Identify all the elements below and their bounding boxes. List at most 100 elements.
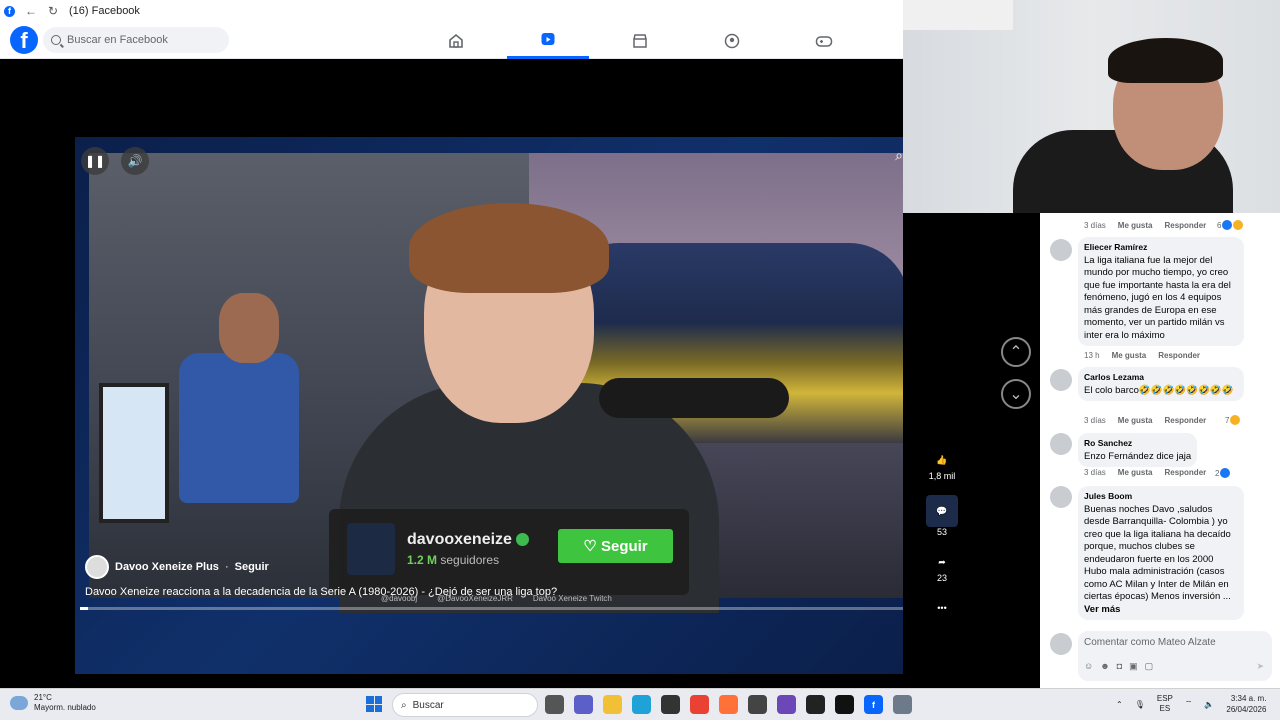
- search-input[interactable]: Buscar en Facebook: [43, 27, 229, 53]
- sticker-icon[interactable]: ▢: [1145, 661, 1154, 672]
- clock[interactable]: 3:34 a. m. 26/04/2026: [1226, 693, 1266, 715]
- like-reaction-icon: [1220, 468, 1231, 478]
- edge-icon[interactable]: [632, 695, 651, 714]
- comment-meta: 13 h Me gusta Responder: [1084, 351, 1200, 360]
- comment-action[interactable]: 💬 53: [926, 495, 958, 537]
- tiktok-icon[interactable]: [835, 695, 854, 714]
- facebook-logo-icon[interactable]: f: [10, 26, 38, 54]
- gif-icon[interactable]: ▣: [1129, 661, 1138, 672]
- channel-name[interactable]: Davoo Xeneize Plus: [115, 561, 219, 573]
- like-icon: 👍: [936, 454, 948, 465]
- comments-panel: 3 días Me gusta Responder 6 Eliecer Ramí…: [1040, 213, 1280, 688]
- emoji-icon[interactable]: ☻: [1100, 661, 1109, 672]
- video-frame-content: davooxeneize 1.2 M seguidores ♡ Seguir: [89, 153, 903, 613]
- comment-reply-link[interactable]: Responder: [1164, 221, 1206, 230]
- comment-reply-link[interactable]: Responder: [1164, 416, 1206, 425]
- teams-icon[interactable]: [574, 695, 593, 714]
- stream-follow-overlay: davooxeneize 1.2 M seguidores ♡ Seguir: [329, 509, 689, 595]
- video-player[interactable]: davooxeneize 1.2 M seguidores ♡ Seguir ❚…: [75, 137, 903, 674]
- comment-like-link[interactable]: Me gusta: [1118, 468, 1153, 477]
- nav-home-icon[interactable]: [415, 22, 497, 59]
- taskbar-search[interactable]: ⌕ Buscar: [392, 693, 538, 717]
- comment-reply-link[interactable]: Responder: [1158, 351, 1200, 360]
- video-progress-bar[interactable]: [80, 607, 903, 610]
- commenter-avatar[interactable]: [1050, 486, 1072, 508]
- nav-groups-icon[interactable]: [691, 22, 773, 59]
- back-arrow-icon[interactable]: ←: [25, 4, 37, 18]
- comment-bubble: Ro Sanchez Enzo Fernández dice jaja: [1078, 433, 1198, 467]
- video-socials: @davoobj @DavooXeneizeJRR Davoo Xeneize …: [381, 594, 612, 603]
- commenter-avatar[interactable]: [1050, 433, 1072, 455]
- comment-count: 53: [936, 527, 947, 537]
- social-twitch: Davoo Xeneize Twitch: [532, 594, 612, 603]
- chrome-icon[interactable]: [690, 695, 709, 714]
- language-indicator[interactable]: ESP ES: [1157, 694, 1173, 714]
- lang-bottom: ES: [1159, 704, 1171, 713]
- next-reel-button[interactable]: ⌄: [1001, 379, 1031, 409]
- comment-input[interactable]: Comentar como Mateo Alzate ☺ ☻ ◘ ▣ ▢ ➤: [1078, 631, 1272, 681]
- facebook-taskbar-icon[interactable]: f: [864, 695, 883, 714]
- wifi-icon[interactable]: ⌔: [1185, 699, 1193, 709]
- current-user-avatar: [1050, 633, 1072, 655]
- comment-text: La liga italiana fue la mejor del mundo …: [1084, 254, 1231, 341]
- overlay-subs-count: 1.2 M: [407, 553, 438, 567]
- overlay-avatar: [347, 523, 395, 575]
- microphone-icon[interactable]: 🎙: [1135, 700, 1145, 709]
- comment-text: El colo barco🤣🤣🤣🤣🤣🤣🤣🤣: [1084, 384, 1234, 396]
- commenter-name[interactable]: Jules Boom: [1084, 490, 1238, 503]
- comment-icon: 💬: [926, 495, 958, 527]
- taskbar-search-icon: ⌕: [401, 699, 407, 711]
- webcam-overlay: [903, 0, 1280, 213]
- obs-icon[interactable]: [748, 695, 767, 714]
- camera-icon[interactable]: ◘: [1117, 661, 1122, 672]
- previous-reel-button[interactable]: ⌃: [1001, 337, 1031, 367]
- commenter-name[interactable]: Carlos Lezama: [1084, 371, 1238, 384]
- file-explorer-icon[interactable]: [603, 695, 622, 714]
- nav-gaming-icon[interactable]: [783, 22, 865, 59]
- nav-reels-icon[interactable]: [507, 22, 589, 59]
- commenter-avatar[interactable]: [1050, 239, 1072, 261]
- avatar-sticker-icon[interactable]: ☺: [1084, 661, 1093, 672]
- app-icon-2[interactable]: [806, 695, 825, 714]
- taskbar-apps: f: [545, 695, 912, 714]
- comment-like-link[interactable]: Me gusta: [1118, 416, 1153, 425]
- volume-button[interactable]: 🔊: [121, 147, 149, 175]
- see-more-link[interactable]: Ver más: [1084, 604, 1120, 615]
- more-options[interactable]: •••: [931, 597, 953, 619]
- comment-reply-link[interactable]: Responder: [1164, 468, 1206, 477]
- like-action[interactable]: 👍 1,8 mil: [929, 449, 956, 482]
- comment-like-link[interactable]: Me gusta: [1118, 221, 1153, 230]
- store-icon[interactable]: [661, 695, 680, 714]
- comment-reactions[interactable]: 2: [1215, 468, 1231, 478]
- send-icon[interactable]: ➤: [1256, 661, 1264, 672]
- weather-widget[interactable]: 21°C Mayorm. nublado: [10, 693, 96, 713]
- task-view-icon[interactable]: [545, 695, 564, 714]
- comment-text: Enzo Fernández dice jaja: [1084, 450, 1192, 462]
- comment-text: Buenas noches Davo ,saludos desde Barran…: [1084, 503, 1231, 603]
- channel-avatar[interactable]: [85, 555, 109, 579]
- overlay-follow-label: Seguir: [600, 537, 648, 555]
- start-button-icon[interactable]: [366, 696, 382, 712]
- follow-link[interactable]: Seguir: [235, 561, 269, 573]
- nav-marketplace-icon[interactable]: [599, 22, 681, 59]
- volume-icon[interactable]: 🔈: [1204, 700, 1214, 709]
- reel-viewer: davooxeneize 1.2 M seguidores ♡ Seguir ❚…: [0, 59, 1040, 688]
- cloud-icon: [10, 696, 28, 710]
- commenter-name[interactable]: Eliecer Ramírez: [1084, 241, 1238, 254]
- channel-row: Davoo Xeneize Plus · Seguir: [85, 555, 269, 579]
- video-search-icon[interactable]: ⌕: [895, 147, 903, 164]
- settings-icon[interactable]: [893, 695, 912, 714]
- comment-reactions[interactable]: 7: [1225, 415, 1241, 425]
- comment-like-link[interactable]: Me gusta: [1112, 351, 1147, 360]
- comment-meta: 3 días Me gusta Responder: [1084, 416, 1206, 425]
- share-action[interactable]: ➦ 23: [931, 551, 953, 584]
- chevron-up-icon[interactable]: ⌃: [1116, 700, 1123, 709]
- comment-reactions[interactable]: 6: [1217, 220, 1244, 230]
- commenter-avatar[interactable]: [1050, 369, 1072, 391]
- reload-icon[interactable]: ↻: [47, 4, 59, 18]
- commenter-name[interactable]: Ro Sanchez: [1084, 437, 1191, 450]
- pause-button[interactable]: ❚❚: [81, 147, 109, 175]
- firefox-icon[interactable]: [719, 695, 738, 714]
- comment-meta: 3 días Me gusta Responder: [1084, 221, 1206, 230]
- app-icon[interactable]: [777, 695, 796, 714]
